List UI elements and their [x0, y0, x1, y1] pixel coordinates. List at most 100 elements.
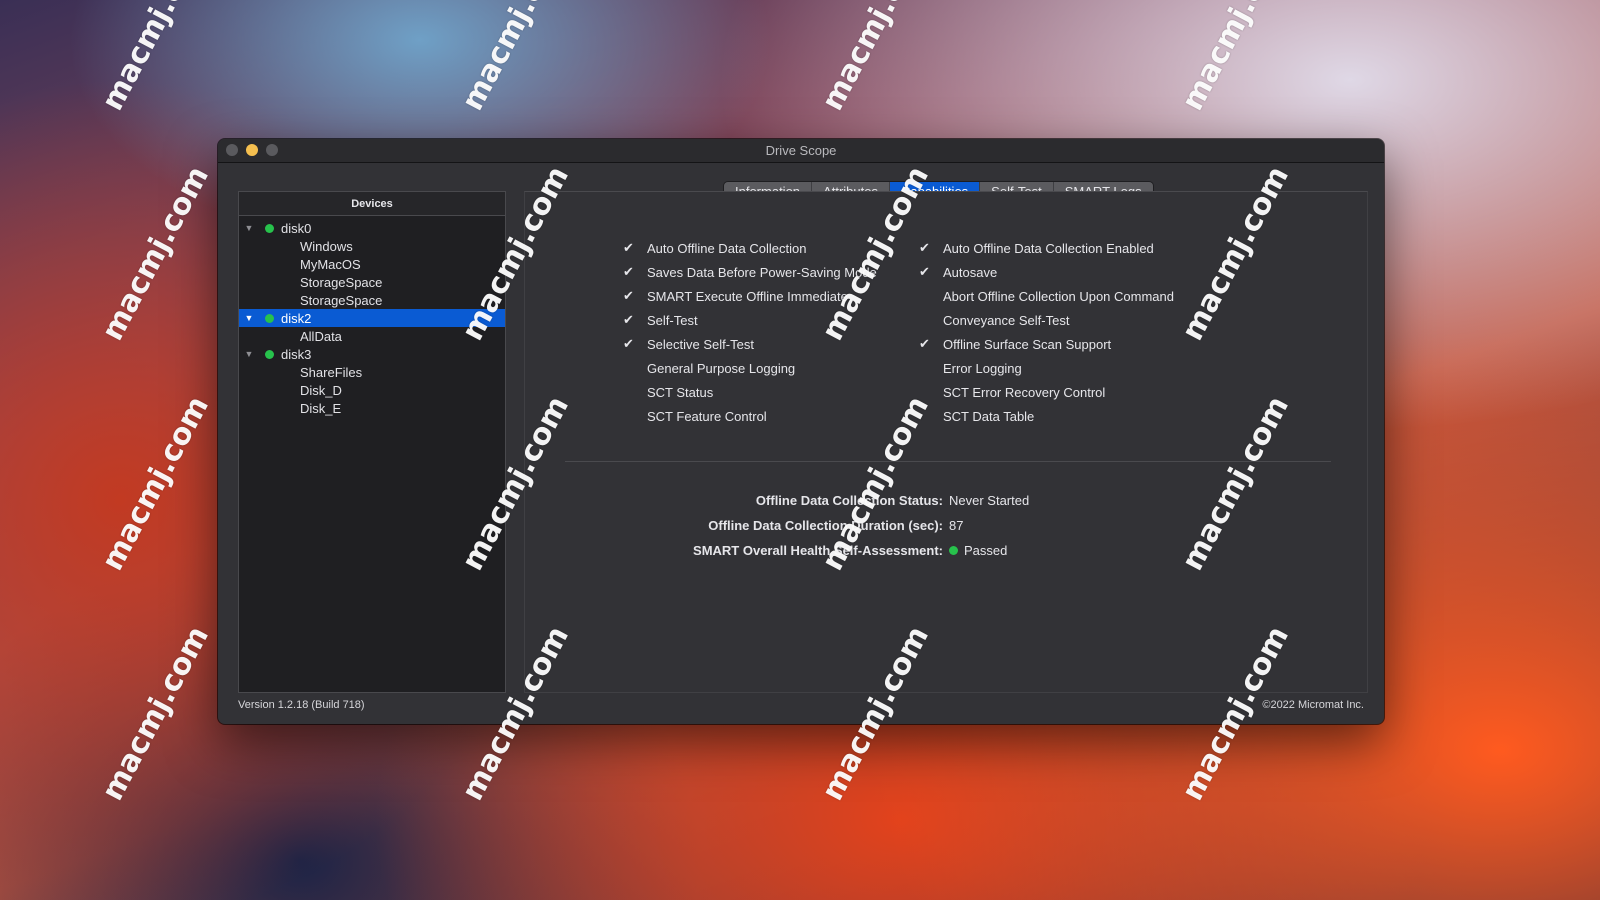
watermark-text: macmj.com	[95, 620, 216, 807]
capability-label: SCT Status	[647, 384, 714, 400]
checkmark-icon: ✔	[623, 264, 634, 279]
capability-item: ✔ Autosave	[919, 260, 1189, 284]
capability-item: SCT Feature Control	[623, 404, 919, 428]
volume-label: Disk_E	[300, 400, 342, 416]
disclosure-triangle-icon[interactable]: ▼	[244, 349, 254, 359]
device-label: disk3	[281, 346, 312, 362]
version-label: Version 1.2.18 (Build 718)	[238, 699, 365, 711]
capabilities-panel: ✔ Auto Offline Data Collection ✔ Saves Data…	[524, 191, 1368, 693]
copyright-label: ©2022 Micromat Inc.	[1262, 699, 1364, 711]
checkmark-icon: ✔	[919, 264, 930, 279]
status-value-text: Never Started	[949, 493, 1030, 508]
capability-item: ✔ Saves Data Before Power-Saving Mode	[623, 260, 919, 284]
device-tree: ▼ disk0 Windows MyMacOS StorageSpace StorageS…	[239, 216, 505, 417]
capability-label: SMART Execute Offline Immediate	[647, 288, 848, 304]
watermark-text: macmj.com	[455, 0, 576, 117]
volume-row[interactable]: AllData	[239, 327, 505, 345]
volume-row[interactable]: Disk_D	[239, 381, 505, 399]
status-row: SMART Overall Health Self-Assessment: Pas…	[525, 538, 1367, 563]
volume-label: Windows	[300, 238, 353, 254]
devices-header[interactable]: Devices	[239, 192, 505, 216]
status-value-text: 87	[949, 518, 964, 533]
capability-item: ✔ Auto Offline Data Collection	[623, 236, 919, 260]
health-indicator-icon	[949, 546, 958, 555]
status-row: Offline Data Collection Duration (sec): 8…	[525, 513, 1367, 538]
volume-row[interactable]: Windows	[239, 237, 505, 255]
disclosure-triangle-icon[interactable]: ▼	[244, 223, 254, 233]
volume-row[interactable]: ShareFiles	[239, 363, 505, 381]
capability-label: Conveyance Self-Test	[943, 312, 1070, 328]
close-button[interactable]	[226, 144, 238, 156]
device-row[interactable]: ▼ disk0	[239, 219, 505, 237]
capability-item: ✔ Selective Self-Test	[623, 332, 919, 356]
volume-label: StorageSpace	[300, 274, 383, 290]
capability-item: ✔ Offline Surface Scan Support	[919, 332, 1189, 356]
checkmark-icon: ✔	[623, 288, 634, 303]
minimize-button[interactable]	[246, 144, 258, 156]
capability-item: ✔ SMART Execute Offline Immediate	[623, 284, 919, 308]
capability-item: SCT Data Table	[919, 404, 1189, 428]
capability-label: Auto Offline Data Collection Enabled	[943, 240, 1154, 256]
capability-label: SCT Feature Control	[647, 408, 767, 424]
window-title: Drive Scope	[765, 143, 837, 158]
capability-item: General Purpose Logging	[623, 356, 919, 380]
status-value: Never Started	[949, 493, 1029, 508]
watermark-text: macmj.com	[95, 390, 216, 577]
capabilities-list: ✔ Auto Offline Data Collection ✔ Saves Data…	[623, 236, 1215, 428]
status-dot-icon	[265, 313, 274, 323]
capability-label: Auto Offline Data Collection	[647, 240, 807, 256]
status-dot-icon	[265, 223, 274, 233]
capability-label: Error Logging	[943, 360, 1022, 376]
checkmark-icon: ✔	[623, 336, 634, 351]
checkmark-icon: ✔	[623, 312, 634, 327]
device-label: disk0	[281, 220, 312, 236]
status-label: Offline Data Collection Status:	[755, 493, 943, 508]
section-divider	[565, 461, 1331, 462]
status-value: 87	[949, 518, 963, 533]
capability-item: SCT Status	[623, 380, 919, 404]
volume-row[interactable]: MyMacOS	[239, 255, 505, 273]
checkmark-icon: ✔	[919, 240, 930, 255]
device-row[interactable]: ▼ disk3	[239, 345, 505, 363]
capability-label: Offline Surface Scan Support	[943, 336, 1112, 352]
volume-label: StorageSpace	[300, 292, 383, 308]
volume-label: ShareFiles	[300, 364, 363, 380]
capability-label: General Purpose Logging	[647, 360, 796, 376]
disclosure-triangle-icon[interactable]: ▼	[244, 313, 254, 323]
status-label: Offline Data Collection Duration (sec):	[708, 518, 943, 533]
capability-item: Error Logging	[919, 356, 1189, 380]
watermark-text: macmj.com	[95, 0, 216, 117]
checkmark-icon: ✔	[623, 240, 634, 255]
volume-row[interactable]: Disk_E	[239, 399, 505, 417]
watermark-text: macmj.com	[95, 160, 216, 347]
device-row[interactable]: ▼ disk2	[239, 309, 505, 327]
volume-row[interactable]: StorageSpace	[239, 273, 505, 291]
checkmark-icon: ✔	[919, 336, 930, 351]
maximize-button[interactable]	[266, 144, 278, 156]
watermark-text: macmj.com	[815, 0, 936, 117]
app-window: Drive Scope Devices ▼ disk0 Windows MyMacOS…	[218, 139, 1384, 724]
capability-label: Self-Test	[647, 312, 698, 328]
capability-item: Abort Offline Collection Upon Command	[919, 284, 1189, 308]
capability-label: Abort Offline Collection Upon Command	[943, 288, 1174, 304]
capabilities-left-column: ✔ Auto Offline Data Collection ✔ Saves Data…	[623, 236, 919, 428]
volume-label: MyMacOS	[300, 256, 361, 272]
window-controls	[226, 144, 278, 156]
capability-item: ✔ Self-Test	[623, 308, 919, 332]
smart-status-section: Offline Data Collection Status: Never Sta…	[525, 488, 1367, 563]
capability-label: Selective Self-Test	[647, 336, 754, 352]
capabilities-right-column: ✔ Auto Offline Data Collection Enabled ✔ Au…	[919, 236, 1215, 428]
title-bar[interactable]: Drive Scope	[218, 139, 1384, 163]
capability-item: ✔ Auto Offline Data Collection Enabled	[919, 236, 1189, 260]
capability-label: Autosave	[943, 264, 998, 280]
status-label: SMART Overall Health Self-Assessment:	[693, 543, 943, 558]
watermark-text: macmj.com	[1175, 0, 1296, 117]
volume-row[interactable]: StorageSpace	[239, 291, 505, 309]
volume-label: AllData	[300, 328, 342, 344]
capability-label: SCT Error Recovery Control	[943, 384, 1106, 400]
volume-label: Disk_D	[300, 382, 342, 398]
device-label: disk2	[281, 310, 312, 326]
status-row: Offline Data Collection Status: Never Sta…	[525, 488, 1367, 513]
capability-item: SCT Error Recovery Control	[919, 380, 1189, 404]
capability-label: SCT Data Table	[943, 408, 1035, 424]
